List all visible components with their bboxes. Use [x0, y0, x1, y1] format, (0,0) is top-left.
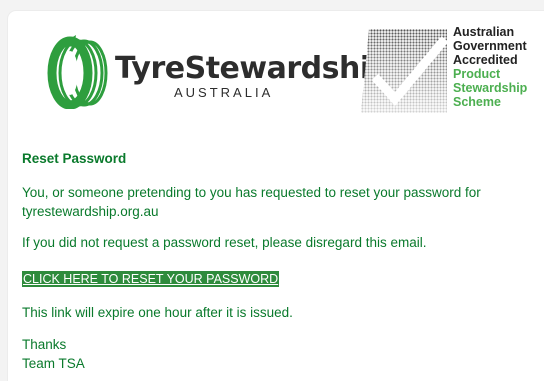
accred-line-6: Scheme [453, 95, 501, 109]
brand-name: TyreStewardship [115, 51, 391, 86]
accred-line-4: Product [453, 67, 501, 81]
checkmark-accreditation-icon [361, 29, 447, 113]
accreditation-text: Australian Government Accredited Product… [453, 25, 527, 109]
thanks-text: Thanks [22, 337, 67, 352]
accred-line-5: Stewardship [453, 81, 528, 95]
email-title: Reset Password [22, 151, 127, 166]
signature-text: Team TSA [22, 356, 85, 371]
accred-line-3: Accredited [453, 53, 518, 67]
email-header: TyreStewardship AUSTRALIA Australian Gov… [8, 11, 544, 129]
accred-line-1: Australian [453, 25, 515, 39]
accred-line-2: Government [453, 39, 527, 53]
reset-password-link[interactable]: CLICK HERE TO RESET YOUR PASSWORD [22, 271, 280, 287]
email-card: TyreStewardship AUSTRALIA Australian Gov… [8, 11, 544, 381]
request-notice: You, or someone pretending to you has re… [22, 185, 481, 219]
tyre-stewardship-logo-icon [47, 35, 108, 109]
brand-subtitle: AUSTRALIA [174, 85, 274, 100]
disregard-notice: If you did not request a password reset,… [22, 235, 427, 250]
expiry-notice: This link will expire one hour after it … [22, 305, 293, 320]
